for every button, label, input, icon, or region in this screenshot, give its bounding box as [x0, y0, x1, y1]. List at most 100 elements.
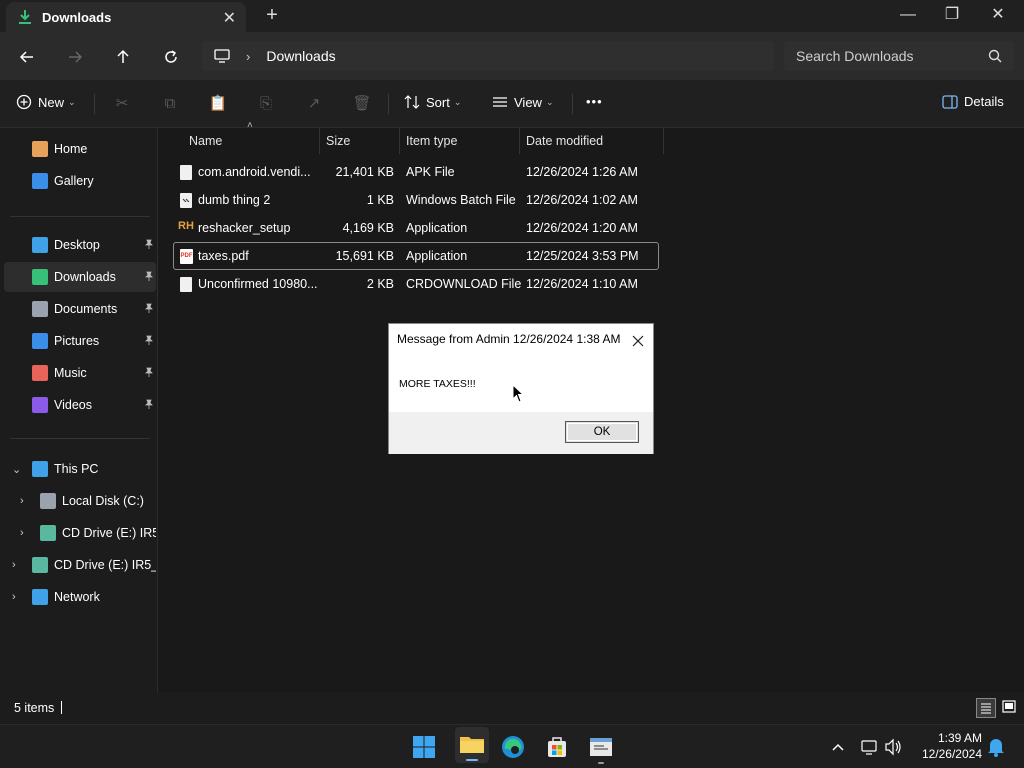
file-row[interactable]: com.android.vendi... 21,401 KB APK File 12/… — [173, 158, 659, 186]
notifications-button[interactable] — [986, 733, 1006, 761]
sort-button[interactable]: Sort ⌄ — [404, 94, 461, 110]
details-view-toggle[interactable] — [976, 698, 996, 718]
sidebar-item-gallery[interactable]: Gallery — [4, 166, 156, 196]
file-row[interactable]: RH reshacker_setup 4,169 KB Application 12/2… — [173, 214, 659, 242]
address-bar[interactable]: › Downloads — [202, 41, 774, 71]
clock[interactable]: 1:39 AM 12/26/2024 — [922, 730, 982, 762]
bell-icon — [988, 739, 1004, 757]
dialog-message: MORE TAXES!!! — [399, 378, 476, 390]
more-options-button[interactable]: ••• — [586, 94, 603, 109]
store-icon — [548, 737, 566, 757]
sort-icon — [404, 95, 420, 109]
pin-icon — [144, 399, 154, 412]
cut-icon[interactable]: ✂ — [112, 94, 132, 114]
sidebar-item-network[interactable]: › Network — [4, 582, 156, 612]
chevron-down-icon: ⌄ — [68, 96, 76, 107]
file-date: 12/26/2024 1:26 AM — [526, 165, 638, 179]
rename-icon[interactable]: ⎘ — [256, 94, 276, 114]
file-row[interactable]: Unconfirmed 10980... 2 KB CRDOWNLOAD File 1… — [173, 270, 659, 298]
ok-button[interactable]: OK — [565, 421, 639, 443]
sidebar-item-desktop[interactable]: Desktop — [4, 230, 156, 260]
chevron-down-icon[interactable]: ⌄ — [12, 463, 21, 476]
file-row[interactable]: PDF taxes.pdf 15,691 KB Application 12/25/20… — [173, 242, 659, 270]
column-header-name[interactable]: Name — [183, 128, 320, 154]
details-button[interactable]: Details — [942, 94, 1004, 109]
close-tab-button[interactable]: ✕ — [223, 8, 236, 28]
sidebar-divider — [10, 438, 150, 439]
file-explorer-taskbar-button[interactable] — [455, 727, 489, 763]
search-icon — [988, 49, 1002, 63]
view-button[interactable]: View ⌄ — [492, 94, 554, 110]
this-pc-icon — [32, 461, 48, 477]
network-icon — [861, 740, 877, 755]
network-status-icon[interactable] — [860, 733, 878, 761]
sidebar-item-music[interactable]: Music — [4, 358, 156, 388]
view-icon — [493, 97, 507, 107]
sidebar-item-downloads[interactable]: Downloads — [4, 262, 156, 292]
close-window-button[interactable]: ✕ — [978, 4, 1018, 26]
file-name: com.android.vendi... — [198, 165, 311, 179]
sidebar-item-label: Local Disk (C:) — [62, 494, 144, 508]
downloads-icon — [32, 269, 48, 285]
home-icon — [32, 141, 48, 157]
chevron-right-icon[interactable]: › — [12, 559, 16, 571]
show-hidden-icons-button[interactable] — [830, 733, 846, 761]
file-type: CRDOWNLOAD File — [406, 277, 522, 291]
share-icon[interactable]: ↗ — [304, 94, 324, 114]
sidebar-item-documents[interactable]: Documents — [4, 294, 156, 324]
sidebar-item-home[interactable]: Home — [4, 134, 156, 164]
up-button[interactable] — [110, 44, 136, 70]
column-header-size[interactable]: Size — [320, 128, 400, 154]
forward-button[interactable] — [62, 44, 88, 70]
volume-button[interactable] — [884, 733, 902, 761]
sort-label: Sort — [426, 94, 450, 110]
sidebar-item-cd-drive-e-ir5-cc[interactable]: › CD Drive (E:) IR5_CC — [4, 550, 156, 580]
chevron-right-icon[interactable]: › — [20, 495, 24, 507]
file-name: Unconfirmed 10980... — [198, 277, 318, 291]
back-button[interactable] — [14, 44, 40, 70]
file-date: 12/26/2024 1:20 AM — [526, 221, 638, 235]
restore-button[interactable]: ❐ — [932, 4, 972, 26]
details-pane-icon — [942, 94, 958, 109]
address-row: › Downloads Search Downloads — [0, 32, 1024, 80]
details-label: Details — [964, 94, 1004, 109]
store-taskbar-button[interactable] — [543, 733, 571, 761]
taskbar: 1:39 AM 12/26/2024 — [0, 724, 1024, 768]
refresh-icon — [165, 50, 177, 63]
sidebar-item-label: Network — [54, 590, 100, 604]
tiles-view-toggle[interactable] — [1000, 698, 1020, 718]
chevron-right-icon: › — [246, 48, 251, 64]
copy-icon[interactable]: ⧉ — [160, 94, 180, 114]
dialog-title: Message from Admin 12/26/2024 1:38 AM — [397, 332, 621, 346]
new-tab-button[interactable]: + — [262, 4, 282, 27]
new-button[interactable]: New ⌄ — [16, 94, 76, 110]
start-button[interactable] — [410, 733, 438, 761]
sidebar-item-this-pc[interactable]: ⌄ This PC — [4, 454, 156, 484]
column-header-date[interactable]: Date modified — [520, 128, 664, 154]
command-bar: New ⌄ ✂ ⧉ 📋 ⎘ ↗ 🗑 Sort ⌄ View ⌄ ••• Deta… — [0, 80, 1024, 128]
sidebar-item-videos[interactable]: Videos — [4, 390, 156, 420]
sidebar-item-cd-drive-e-ir5-c[interactable]: › CD Drive (E:) IR5_C — [4, 518, 156, 548]
sidebar-item-pictures[interactable]: Pictures — [4, 326, 156, 356]
delete-icon[interactable]: 🗑 — [352, 94, 372, 114]
minimize-button[interactable]: — — [888, 4, 928, 26]
column-header-type[interactable]: Item type — [400, 128, 520, 154]
edge-taskbar-button[interactable] — [499, 733, 527, 761]
file-name: reshacker_setup — [198, 221, 291, 235]
arrow-right-icon — [69, 51, 83, 63]
sidebar-item-local-disk-c[interactable]: › Local Disk (C:) — [4, 486, 156, 516]
file-row[interactable]: dumb thing 2 1 KB Windows Batch File 12/26/… — [173, 186, 659, 214]
tab-downloads[interactable]: Downloads ✕ — [6, 2, 246, 32]
refresh-button[interactable] — [158, 44, 184, 70]
file-size: 21,401 KB — [335, 165, 394, 179]
chevron-right-icon[interactable]: › — [20, 527, 24, 539]
dialog-close-button[interactable] — [631, 328, 645, 353]
paste-icon[interactable]: 📋 — [208, 94, 228, 114]
search-input[interactable]: Search Downloads — [796, 48, 914, 64]
message-app-taskbar-button[interactable] — [587, 733, 615, 764]
chevron-right-icon[interactable]: › — [12, 591, 16, 603]
chevron-down-icon: ⌄ — [545, 96, 554, 107]
folder-icon — [460, 737, 484, 761]
list-view-icon — [981, 703, 991, 714]
search-box[interactable]: Search Downloads — [784, 41, 1014, 71]
